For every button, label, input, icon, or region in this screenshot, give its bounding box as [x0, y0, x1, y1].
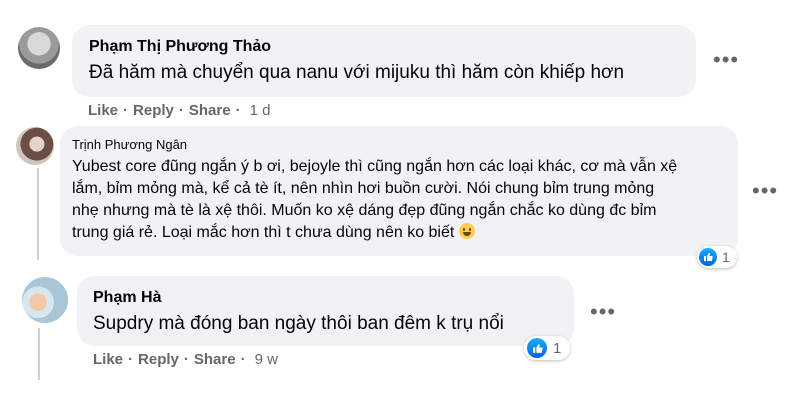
reaction-badge[interactable]: 1 [697, 246, 737, 268]
avatar-pham-thi-phuong-thao[interactable] [18, 27, 60, 69]
thread-line [38, 328, 40, 380]
reply-button[interactable]: Reply [133, 102, 174, 119]
reaction-badge[interactable]: 1 [524, 336, 570, 360]
comment-bubble-2: Trịnh Phương Ngân Yubest core đũng ngắn … [60, 126, 738, 256]
like-button[interactable]: Like [88, 102, 118, 119]
timestamp[interactable]: 1 d [250, 102, 271, 119]
comment-bubble-1: Phạm Thị Phương Thảo Đã hăm mà chuyển qu… [72, 25, 696, 97]
comment-text: Đã hăm mà chuyển qua nanu với mijuku thì… [89, 62, 625, 83]
reaction-count: 1 [553, 339, 562, 357]
timestamp[interactable]: 9 w [255, 351, 278, 368]
comment-text: Supdry mà đóng ban ngày thôi ban đêm k t… [93, 313, 504, 334]
more-options-icon[interactable]: ••• [713, 49, 739, 71]
comment-text-line: trung giá rẻ. Loại mắc hơn thì t chưa dù… [72, 222, 677, 244]
comment-text-line: nhẹ nhưng mà tè là xệ thôi. Muốn ko xệ d… [72, 202, 657, 219]
comment-author[interactable]: Phạm Thị Phương Thảo [89, 38, 271, 56]
like-icon [527, 338, 547, 358]
like-icon [699, 248, 717, 266]
reply-button[interactable]: Reply [138, 351, 179, 368]
thread-line [37, 168, 39, 260]
comment-bubble-3: Phạm Hà Supdry mà đóng ban ngày thôi ban… [77, 276, 574, 346]
comment-author[interactable]: Trịnh Phương Ngân [72, 137, 187, 152]
comment-text-line: lắm, bỉm mỏng mà, kể cả tè ít, nên nhìn … [72, 180, 655, 197]
comment-text: Yubest core đũng ngắn ý b ơi, bejoyle th… [72, 156, 677, 244]
share-button[interactable]: Share [189, 102, 231, 119]
more-options-icon[interactable]: ••• [590, 301, 616, 323]
grinning-emoji-icon [458, 223, 475, 239]
comment-text-line: Yubest core đũng ngắn ý b ơi, bejoyle th… [72, 158, 678, 175]
share-button[interactable]: Share [194, 351, 236, 368]
avatar-pham-ha[interactable] [22, 277, 68, 323]
reaction-count: 1 [722, 249, 730, 265]
avatar-trinh-phuong-ngan[interactable] [16, 127, 54, 165]
like-button[interactable]: Like [93, 351, 123, 368]
comment-author[interactable]: Phạm Hà [93, 289, 161, 307]
comment-actions: Like · Reply · Share · 1 d [88, 102, 271, 119]
comment-actions: Like · Reply · Share · 9 w [93, 351, 278, 368]
more-options-icon[interactable]: ••• [752, 180, 778, 202]
